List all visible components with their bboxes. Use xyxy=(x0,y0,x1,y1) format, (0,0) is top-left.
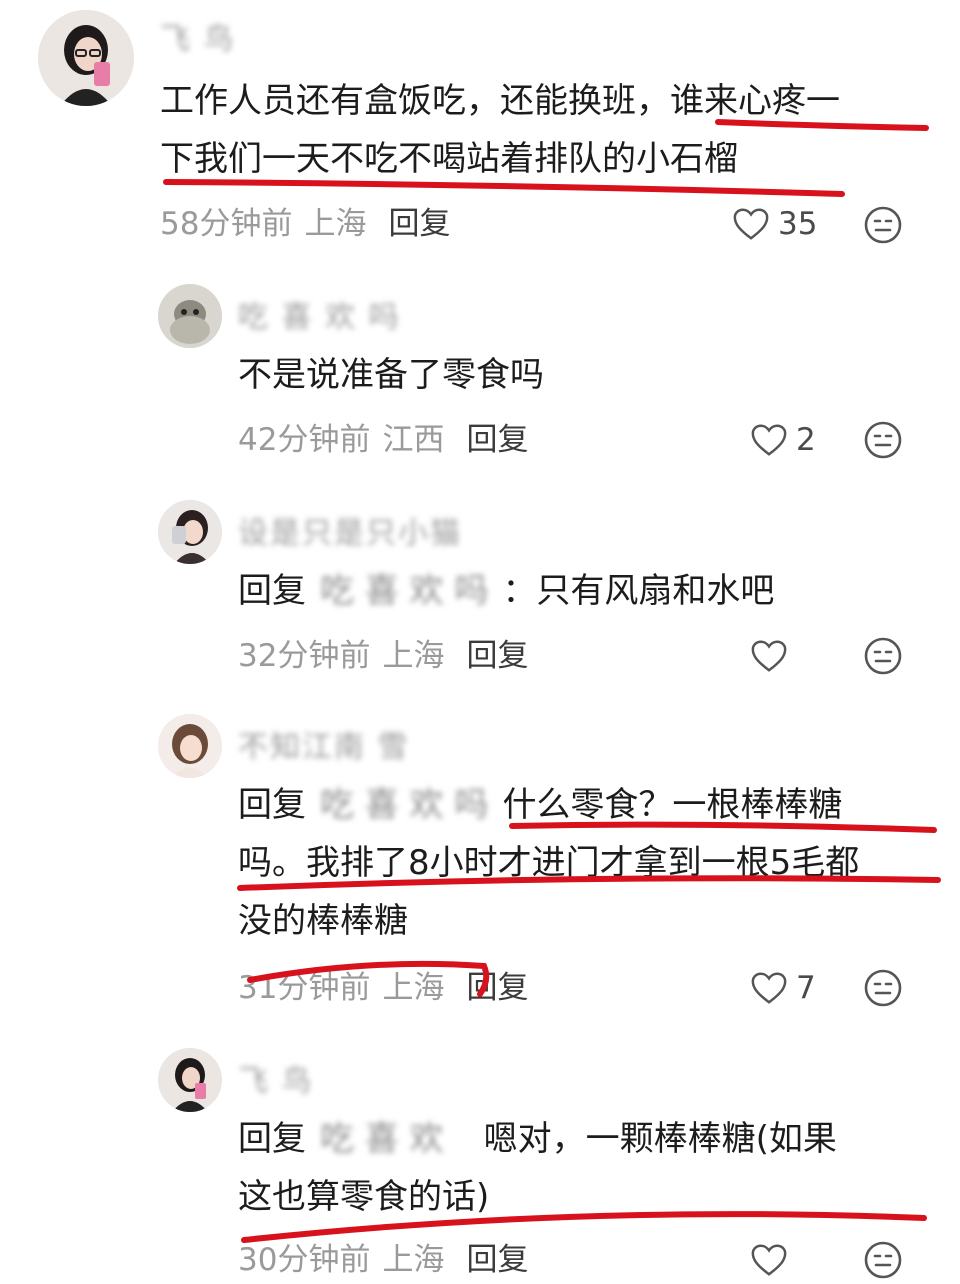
comment-location: 上海 xyxy=(382,638,445,674)
like-count: 35 xyxy=(778,206,818,242)
avatar[interactable] xyxy=(158,500,222,564)
like-button[interactable]: 2 xyxy=(750,418,816,462)
dislike-button[interactable] xyxy=(863,636,903,676)
like-button[interactable]: 7 xyxy=(750,966,816,1010)
comment-time: 58分钟前 xyxy=(160,206,293,242)
like-button[interactable] xyxy=(750,634,796,678)
neutral-face-icon xyxy=(864,637,902,675)
comment-text-line: 回复吃 喜 欢 吗什么零食？一根棒棒糖 xyxy=(238,776,842,834)
comment-location: 江西 xyxy=(382,422,445,458)
comment-text-line: 不是说准备了零食吗 xyxy=(238,355,544,395)
heart-outline-icon xyxy=(751,640,787,672)
reply-prefix: 回复 xyxy=(238,571,306,611)
avatar[interactable] xyxy=(38,10,134,106)
dislike-button[interactable] xyxy=(863,1240,903,1280)
dislike-button[interactable] xyxy=(863,205,903,245)
avatar[interactable] xyxy=(158,284,222,348)
reply-prefix: 回复 xyxy=(238,1119,306,1159)
comment-text-line: 下我们一天不吃不喝站着排队的小石榴 xyxy=(160,139,738,179)
reply-button[interactable]: 回复 xyxy=(466,422,528,458)
comment-meta: 31分钟前 上海 回复 xyxy=(238,966,528,1010)
username[interactable]: 吃 喜 欢 吗 xyxy=(238,292,401,336)
avatar[interactable] xyxy=(158,1048,222,1112)
like-button[interactable] xyxy=(750,1238,796,1282)
comment-meta: 32分钟前 上海 回复 xyxy=(238,634,528,678)
comment-location: 上海 xyxy=(304,206,367,242)
like-count: 7 xyxy=(796,970,816,1006)
username[interactable]: 飞 鸟 xyxy=(238,1056,314,1100)
comment-text: 什么零食？一根棒棒糖 xyxy=(502,785,843,825)
neutral-face-icon xyxy=(864,206,902,244)
neutral-face-icon xyxy=(864,1241,902,1279)
username[interactable]: 设是只是只小猫 xyxy=(238,508,462,552)
reply-target-username[interactable]: 吃 喜 欢 吗 xyxy=(320,571,488,611)
reply-button[interactable]: 回复 xyxy=(466,970,528,1006)
like-count: 2 xyxy=(796,422,816,458)
reply-target-username[interactable]: 吃 喜 欢 吗 xyxy=(320,785,488,825)
comment-time: 30分钟前 xyxy=(238,1242,371,1278)
neutral-face-icon xyxy=(864,969,902,1007)
comment-text-line: 这也算零食的话) xyxy=(238,1177,490,1217)
username[interactable]: 飞 鸟 xyxy=(160,14,236,58)
reply-target-username[interactable]: 吃 喜 欢 xyxy=(320,1119,444,1159)
dislike-button[interactable] xyxy=(863,968,903,1008)
comment-location: 上海 xyxy=(382,1242,445,1278)
comment-time: 32分钟前 xyxy=(238,638,371,674)
comment-text-line: 回复吃 喜 欢 吗 ：只有风扇和水吧 xyxy=(238,562,774,620)
heart-outline-icon xyxy=(751,1244,787,1276)
heart-outline-icon xyxy=(751,424,787,456)
comment-location: 上海 xyxy=(382,970,445,1006)
comment-text-line: 没的棒棒糖 xyxy=(238,901,408,941)
reply-button[interactable]: 回复 xyxy=(466,638,528,674)
comment-meta: 58分钟前 上海 回复 xyxy=(160,202,450,246)
comment-time: 42分钟前 xyxy=(238,422,371,458)
neutral-face-icon xyxy=(864,421,902,459)
avatar[interactable] xyxy=(158,714,222,778)
like-button[interactable]: 35 xyxy=(732,202,817,246)
comment-time: 31分钟前 xyxy=(238,970,371,1006)
reply-button[interactable]: 回复 xyxy=(466,1242,528,1278)
comment-text-line: 工作人员还有盒饭吃，还能换班，谁来心疼一 xyxy=(160,81,840,121)
heart-outline-icon xyxy=(751,972,787,1004)
comment-text: ：只有风扇和水吧 xyxy=(502,571,775,611)
dislike-button[interactable] xyxy=(863,420,903,460)
reply-button[interactable]: 回复 xyxy=(388,206,450,242)
comment-meta: 30分钟前 上海 回复 xyxy=(238,1238,528,1282)
comment-text-line: 吗。我排了8小时才进门才拿到一根5毛都 xyxy=(238,843,860,883)
comment-meta: 42分钟前 江西 回复 xyxy=(238,418,528,462)
heart-outline-icon xyxy=(733,208,769,240)
comment-text-line: 回复吃 喜 欢嗯对，一颗棒棒糖(如果 xyxy=(238,1110,837,1168)
username[interactable]: 不知江南 雪 xyxy=(238,722,410,766)
reply-prefix: 回复 xyxy=(238,785,306,825)
comment-text: 嗯对，一颗棒棒糖(如果 xyxy=(483,1119,837,1159)
